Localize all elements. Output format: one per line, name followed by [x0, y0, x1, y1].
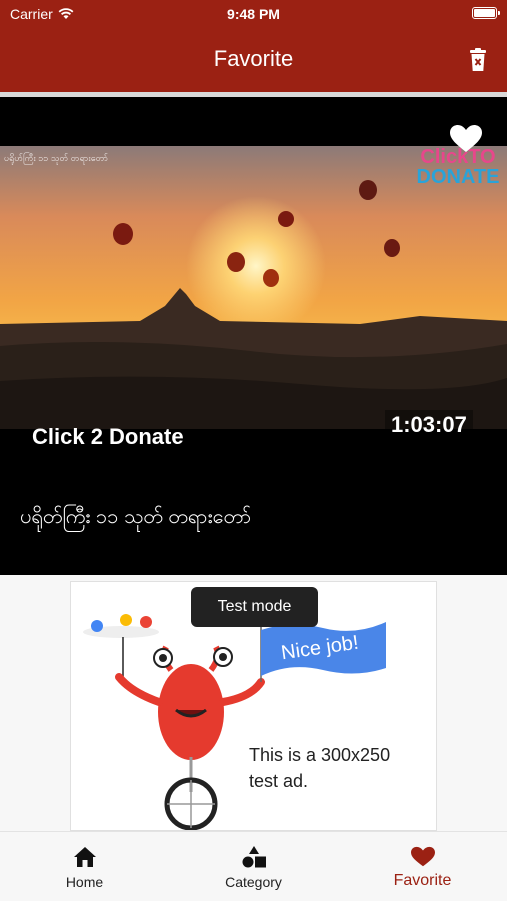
ad-text-line-2: test ad.	[249, 771, 309, 791]
tab-home[interactable]: Home	[0, 832, 169, 901]
status-bar: Carrier 9:48 PM	[0, 0, 507, 28]
logo-line-2: DONATE	[416, 166, 500, 188]
tab-category-label: Category	[225, 874, 282, 890]
tab-favorite-label: Favorite	[393, 872, 452, 889]
click-to-donate-logo: ClickTO DONATE	[412, 147, 504, 187]
tab-bar: Home Category Favorite	[0, 831, 507, 900]
clock: 9:48 PM	[227, 6, 280, 22]
category-icon	[242, 846, 266, 868]
tab-favorite[interactable]: Favorite	[338, 832, 507, 901]
video-title: ပရိုတ်ကြီး ၁၁ သုတ် တရားတော်	[20, 506, 252, 528]
tab-home-label: Home	[65, 874, 104, 890]
ad-text: This is a 300x250 test ad.	[249, 742, 429, 794]
favorite-heart-icon[interactable]	[450, 125, 482, 153]
nav-bar: Favorite	[0, 28, 507, 92]
heart-icon	[410, 846, 435, 867]
video-duration: 1:03:07	[385, 410, 473, 440]
home-icon	[73, 847, 96, 867]
ad-text-line-1: This is a 300x250	[249, 745, 391, 765]
test-ad[interactable]: Nice job! Test mode This is a 300x250 te…	[70, 581, 437, 831]
thumbnail-caption: ပရိုဟ်ကြီး ၁၁ သုတ် တရားတော်	[4, 153, 109, 163]
channel-name: Click 2 Donate	[32, 424, 184, 449]
video-card[interactable]: ပရိုဟ်ကြီး ၁၁ သုတ် တရားတော် ClickTO DONA…	[0, 97, 507, 575]
page-title: Favorite	[213, 46, 294, 71]
video-thumbnail[interactable]	[0, 146, 507, 429]
battery-icon	[472, 7, 500, 19]
test-mode-tooltip: Test mode	[191, 587, 318, 627]
tab-category[interactable]: Category	[169, 832, 338, 901]
trash-icon[interactable]	[469, 48, 487, 72]
